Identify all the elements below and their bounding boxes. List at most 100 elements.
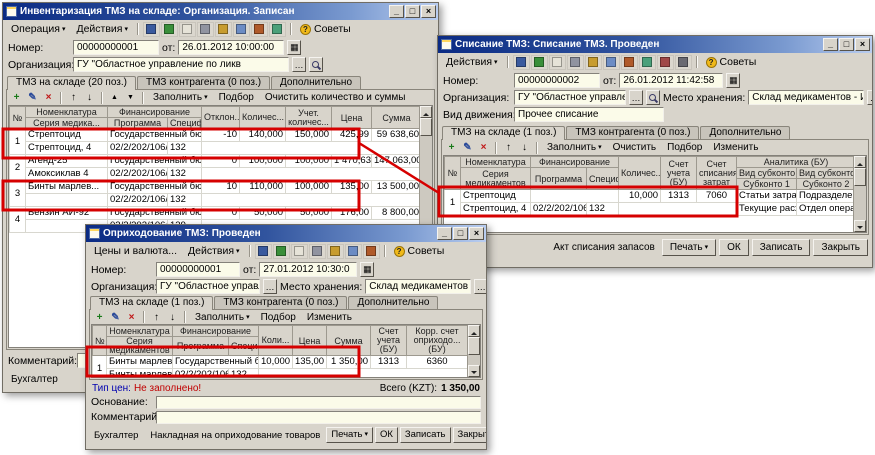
refresh-icon[interactable] xyxy=(639,55,656,70)
delete-row-icon[interactable]: × xyxy=(124,311,139,324)
cell[interactable]: Государственный бюджет xyxy=(108,181,202,194)
copy-icon[interactable] xyxy=(179,22,196,37)
table-row[interactable]: 1 Стрептоцид 10,000 1313 7060 Статьи зат… xyxy=(445,190,856,203)
scroll-up-icon[interactable] xyxy=(420,106,432,118)
cell[interactable]: 132 xyxy=(168,142,202,155)
cell[interactable]: 50,000 xyxy=(240,207,286,220)
add-row-icon[interactable]: + xyxy=(444,141,459,154)
save-icon[interactable] xyxy=(513,55,530,70)
cell[interactable]: 8 800,00 xyxy=(372,207,422,220)
cell[interactable]: Стрептоцид, 4 xyxy=(26,142,108,155)
choose-button[interactable]: … xyxy=(629,90,643,105)
number-field[interactable]: 00000000001 xyxy=(73,40,159,55)
table-row[interactable]: 3 Бинты марлев... Государственный бюджет… xyxy=(10,181,422,194)
table-row-sub[interactable]: Амоксиклав 4 02/2/202/106/022 132 xyxy=(10,168,422,181)
fill-button[interactable]: Заполнить▾ xyxy=(190,312,255,323)
cell[interactable]: Агенд-25 xyxy=(26,155,108,168)
cell[interactable]: 425,99 xyxy=(332,129,372,142)
choose-button[interactable]: … xyxy=(292,57,306,72)
sort-asc-icon[interactable]: ▲ xyxy=(107,91,122,104)
ok-button[interactable]: ОК xyxy=(719,239,749,256)
cell[interactable] xyxy=(202,168,422,181)
titlebar[interactable]: Инвентаризация ТМЗ на складе: Организаци… xyxy=(3,3,438,20)
cell[interactable]: 147 063,00 xyxy=(372,155,422,168)
move-up-icon[interactable]: ↑ xyxy=(66,91,81,104)
scroll-down-icon[interactable] xyxy=(468,365,480,377)
menu-actions[interactable]: Действия▾ xyxy=(183,244,245,258)
cell[interactable]: Бинты марлев... xyxy=(26,181,108,194)
cell[interactable]: 02/2/202/106/022 xyxy=(108,194,168,207)
choose-button[interactable]: … xyxy=(474,279,486,294)
cell[interactable]: 1313 xyxy=(371,356,407,369)
table-row-sub[interactable]: Бинты марлев... 02/2/202/106/022 132 xyxy=(93,369,468,379)
move-down-icon[interactable]: ↓ xyxy=(517,141,532,154)
tab-tmz-counterparty[interactable]: ТМЗ контрагента (0 поз.) xyxy=(137,76,270,89)
structure-icon[interactable] xyxy=(215,22,232,37)
cell[interactable]: 135,00 xyxy=(332,181,372,194)
minimize-button[interactable]: _ xyxy=(389,5,404,18)
table-row-sub[interactable]: 02/2/202/106/022 132 xyxy=(10,194,422,207)
move-up-icon[interactable]: ↑ xyxy=(501,141,516,154)
cell[interactable]: 110,000 xyxy=(240,181,286,194)
ok-button[interactable]: ОК xyxy=(375,427,398,443)
cell[interactable]: Бензин АИ-92 xyxy=(26,207,108,220)
movement-field[interactable]: Прочее списание xyxy=(514,107,664,122)
cell[interactable]: 10,000 xyxy=(619,190,661,203)
choose-button[interactable]: … xyxy=(263,279,277,294)
cell[interactable]: 100,000 xyxy=(286,155,332,168)
move-down-icon[interactable]: ↓ xyxy=(165,311,180,324)
titlebar[interactable]: Списание ТМЗ: Списание ТМЗ. Проведен _ □… xyxy=(438,36,872,53)
go-icon[interactable] xyxy=(621,55,638,70)
delete-row-icon[interactable]: × xyxy=(476,141,491,154)
comment-field[interactable] xyxy=(156,411,481,424)
cell[interactable]: Государственный бюджет xyxy=(108,129,202,142)
go-icon[interactable] xyxy=(363,244,380,259)
tab-additional[interactable]: Дополнительно xyxy=(348,296,438,309)
minimize-button[interactable]: _ xyxy=(823,38,838,51)
cell[interactable] xyxy=(202,142,422,155)
cell[interactable]: Бинты марлев... xyxy=(107,356,173,369)
tab-additional[interactable]: Дополнительно xyxy=(271,76,361,89)
menu-operation[interactable]: Операция▾ xyxy=(6,22,70,36)
cell[interactable]: 1 xyxy=(10,129,26,155)
cell[interactable]: 13 500,00 xyxy=(372,181,422,194)
structure-icon[interactable] xyxy=(327,244,344,259)
table-row[interactable]: 2 Агенд-25 Государственный бюджет 0 100,… xyxy=(10,155,422,168)
tips-button[interactable]: ?Советы xyxy=(296,23,355,35)
vertical-scrollbar[interactable] xyxy=(467,325,480,377)
date-field[interactable]: 26.01.2012 10:00:00 xyxy=(178,40,284,55)
table-row-sub[interactable]: Стрептоцид, 4 02/2/202/106/022 132 Текущ… xyxy=(445,203,856,216)
cell[interactable]: 10 xyxy=(202,181,240,194)
cell[interactable]: 140,000 xyxy=(240,129,286,142)
tab-tmz-warehouse[interactable]: ТМЗ на складе (1 поз.) xyxy=(90,296,213,310)
cell[interactable]: 100,000 xyxy=(286,181,332,194)
scroll-down-icon[interactable] xyxy=(854,220,866,232)
print-icon[interactable] xyxy=(197,22,214,37)
cell[interactable]: 1 470,63 xyxy=(332,155,372,168)
print-button[interactable]: Печать▾ xyxy=(662,239,716,256)
add-row-icon[interactable]: + xyxy=(9,91,24,104)
scroll-thumb[interactable] xyxy=(854,168,866,186)
date-field[interactable]: 27.01.2012 10:30:0 xyxy=(259,262,357,277)
print-icon[interactable] xyxy=(309,244,326,259)
table-row[interactable]: 1 Бинты марлев... Государственный бюджет… xyxy=(93,356,468,369)
invoice-print-form-button[interactable]: Накладная на оприходование товаров xyxy=(146,430,324,441)
scroll-up-icon[interactable] xyxy=(468,325,480,337)
minimize-button[interactable]: _ xyxy=(437,227,452,240)
scroll-thumb[interactable] xyxy=(468,337,480,355)
post-document-icon[interactable] xyxy=(161,22,178,37)
cell[interactable]: 6360 xyxy=(407,356,468,369)
cell[interactable]: Амоксиклав 4 xyxy=(26,168,108,181)
cell[interactable]: Стрептоцид, 4 xyxy=(461,203,531,216)
tab-tmz-warehouse[interactable]: ТМЗ на складе (20 поз.) xyxy=(7,76,136,90)
close-button[interactable]: Закрыть xyxy=(453,427,487,443)
tab-tmz-counterparty[interactable]: ТМЗ контрагента (0 поз.) xyxy=(566,126,699,139)
edit-button[interactable]: Изменить xyxy=(708,142,763,153)
cell[interactable]: Подразделения xyxy=(797,190,856,203)
cell[interactable]: 0 xyxy=(202,155,240,168)
post-document-icon[interactable] xyxy=(531,55,548,70)
cell[interactable]: Государственный бюджет xyxy=(108,155,202,168)
cell[interactable]: 59 638,60 xyxy=(372,129,422,142)
save-button[interactable]: Записать xyxy=(752,239,811,256)
table-row-sub[interactable]: Стрептоцид, 4 02/2/202/106/022 132 xyxy=(10,142,422,155)
